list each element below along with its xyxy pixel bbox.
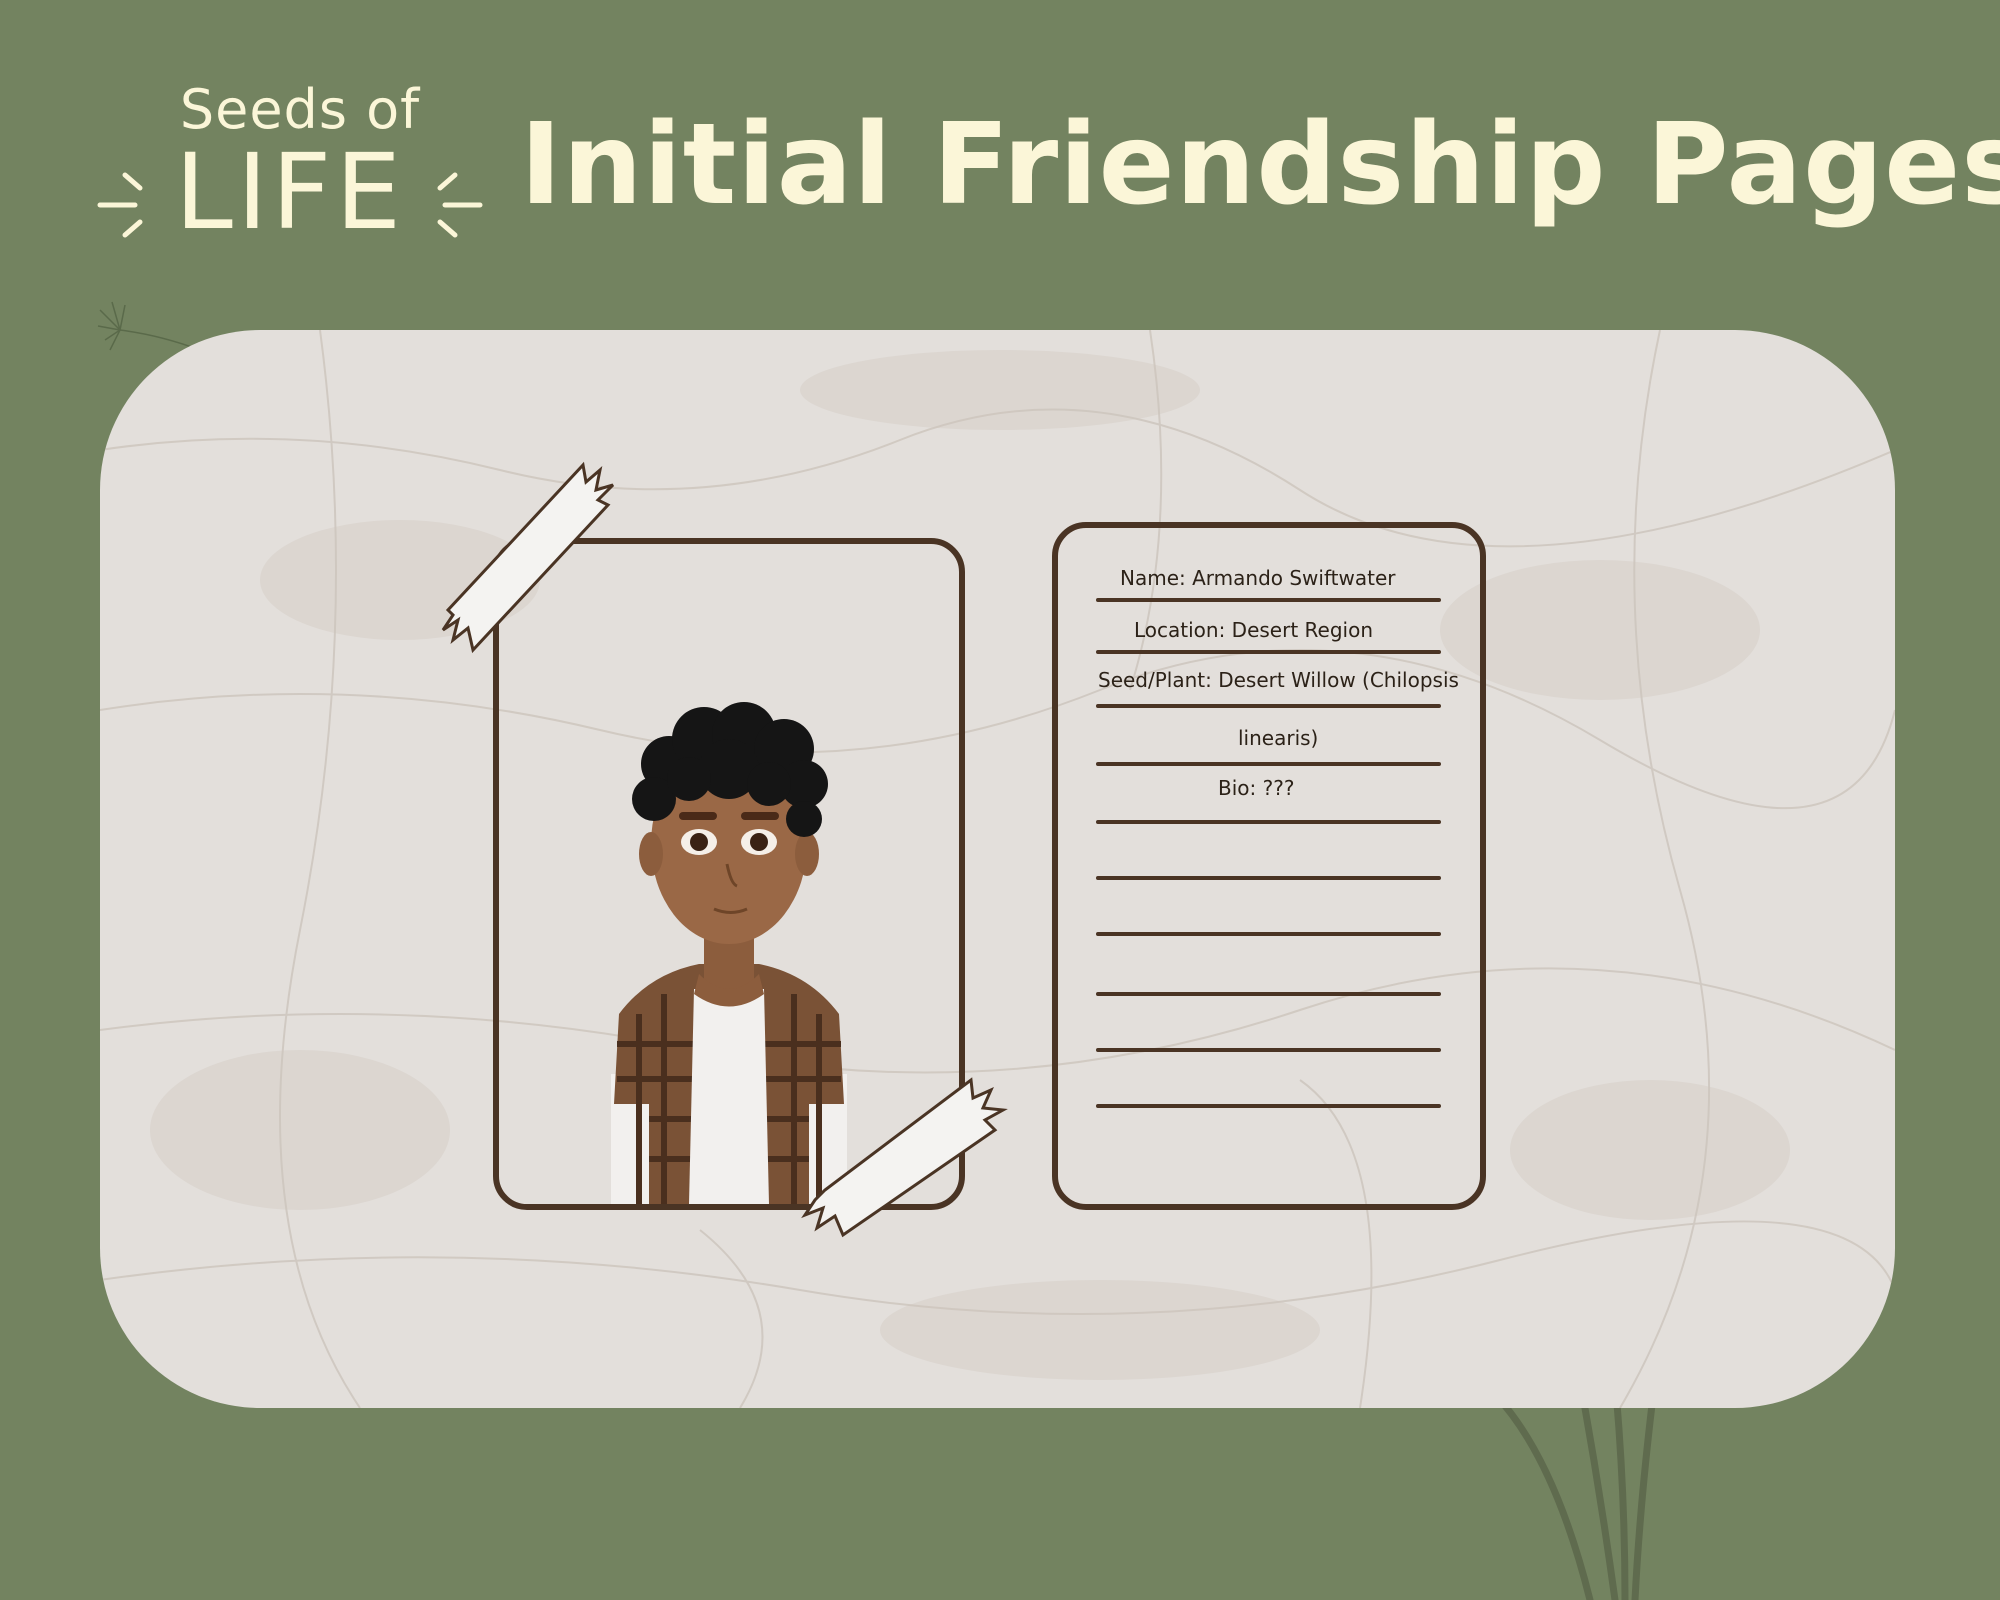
seed-plant-field-continued: linearis) [1238,726,1319,750]
page-title: Initial Friendship Pages [520,100,2000,230]
seeds-of-life-logo: Seeds of LIFE [95,70,485,260]
info-line [1096,992,1441,996]
info-line [1096,598,1441,602]
seed-plant-field: Seed/Plant: Desert Willow (Chilopsis [1098,668,1459,692]
info-line [1096,876,1441,880]
info-line [1096,932,1441,936]
name-field: Name: Armando Swiftwater [1120,566,1396,590]
info-line [1096,820,1441,824]
info-line [1096,1104,1441,1108]
bio-field: Bio: ??? [1218,776,1295,800]
location-field: Location: Desert Region [1134,618,1374,642]
info-line [1096,704,1441,708]
info-line [1096,650,1441,654]
sparkle-rays-icon [97,172,483,238]
info-line [1096,1048,1441,1052]
info-line [1096,762,1441,766]
washi-tape-bottom [801,1077,1008,1238]
paper-panel: Name: Armando Swiftwater Location: Deser… [100,330,1895,1408]
plant-stems-icon [1476,1380,1659,1600]
washi-tape-top [441,461,615,654]
friendship-info-card: Name: Armando Swiftwater Location: Deser… [1052,522,1486,1210]
